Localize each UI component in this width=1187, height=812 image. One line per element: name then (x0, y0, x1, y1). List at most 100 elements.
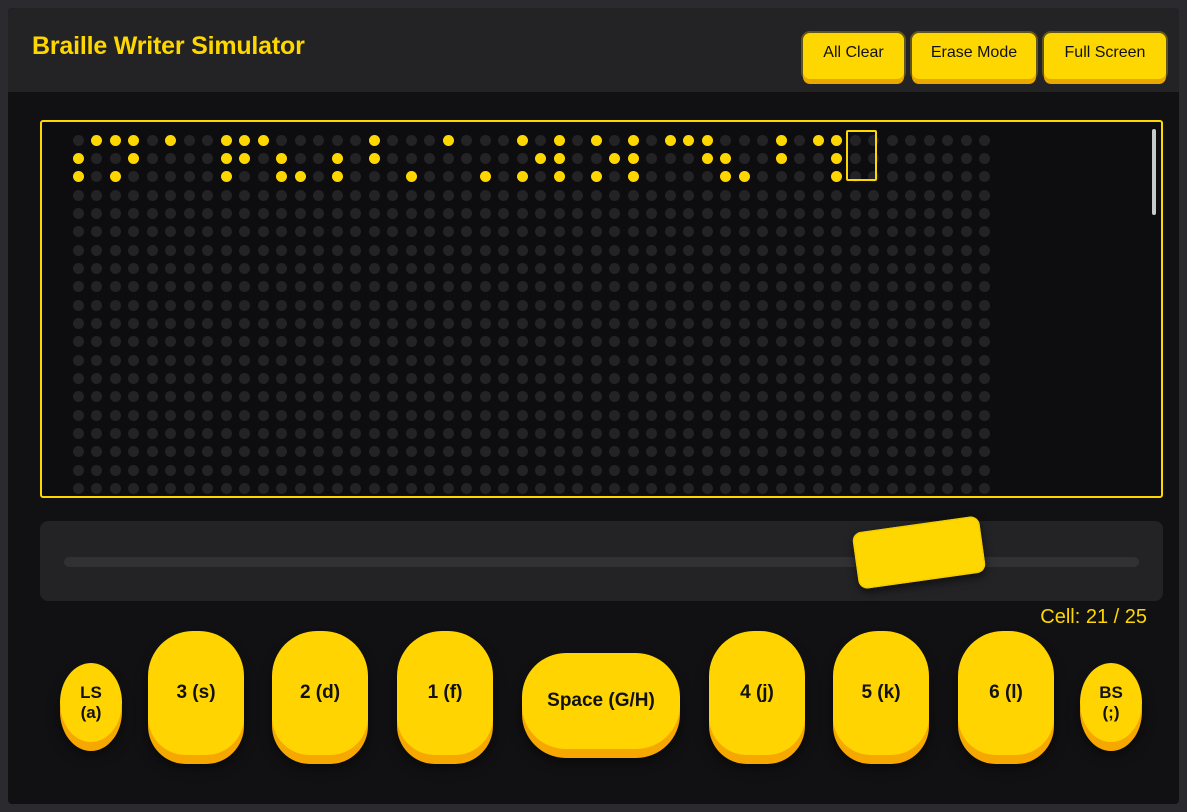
braille-cell[interactable] (325, 293, 362, 348)
braille-cell[interactable] (843, 348, 880, 403)
braille-cell[interactable] (658, 403, 695, 458)
braille-cell[interactable] (510, 183, 547, 238)
braille-cell[interactable] (66, 348, 103, 403)
braille-cell[interactable] (66, 128, 103, 183)
braille-cell[interactable] (140, 403, 177, 458)
braille-cell[interactable] (621, 293, 658, 348)
braille-cell[interactable] (806, 183, 843, 238)
braille-cell[interactable] (880, 183, 917, 238)
braille-cell[interactable] (732, 403, 769, 458)
braille-cell[interactable] (436, 458, 473, 496)
braille-cell[interactable] (843, 293, 880, 348)
braille-cell[interactable] (288, 348, 325, 403)
braille-cell[interactable] (843, 128, 880, 183)
braille-cell[interactable] (547, 238, 584, 293)
braille-cell[interactable] (473, 403, 510, 458)
braille-cell[interactable] (806, 293, 843, 348)
braille-cell[interactable] (177, 403, 214, 458)
braille-cell[interactable] (547, 293, 584, 348)
braille-cell[interactable] (214, 403, 251, 458)
braille-cell[interactable] (732, 458, 769, 496)
braille-cell[interactable] (510, 458, 547, 496)
braille-cell[interactable] (584, 128, 621, 183)
full-screen-button[interactable]: Full Screen (1044, 33, 1166, 79)
braille-cell[interactable] (880, 348, 917, 403)
braille-cell[interactable] (510, 293, 547, 348)
braille-cell[interactable] (103, 348, 140, 403)
braille-cell[interactable] (362, 128, 399, 183)
braille-cell[interactable] (917, 183, 954, 238)
braille-cell[interactable] (917, 293, 954, 348)
braille-cell[interactable] (954, 403, 991, 458)
braille-cell[interactable] (436, 348, 473, 403)
braille-cell[interactable] (251, 403, 288, 458)
braille-cell[interactable] (769, 183, 806, 238)
braille-cell[interactable] (288, 293, 325, 348)
braille-cell[interactable] (584, 238, 621, 293)
braille-cell[interactable] (103, 183, 140, 238)
braille-cell[interactable] (658, 183, 695, 238)
braille-cell[interactable] (695, 128, 732, 183)
braille-cell[interactable] (917, 348, 954, 403)
braille-cell[interactable] (140, 293, 177, 348)
braille-cell[interactable] (880, 403, 917, 458)
braille-cell[interactable] (251, 293, 288, 348)
braille-cell[interactable] (251, 458, 288, 496)
braille-cell[interactable] (473, 238, 510, 293)
braille-cell[interactable] (843, 403, 880, 458)
all-clear-button[interactable]: All Clear (803, 33, 904, 79)
braille-cell[interactable] (769, 403, 806, 458)
braille-cell[interactable] (954, 458, 991, 496)
braille-cell[interactable] (362, 348, 399, 403)
key-line-space[interactable]: LS (a) (60, 663, 122, 742)
braille-cell[interactable] (917, 238, 954, 293)
braille-cell[interactable] (103, 293, 140, 348)
key-backspace[interactable]: BS (;) (1080, 663, 1142, 742)
braille-cell[interactable] (177, 458, 214, 496)
braille-cell[interactable] (473, 458, 510, 496)
braille-cell[interactable] (695, 403, 732, 458)
braille-cell[interactable] (954, 293, 991, 348)
braille-cell[interactable] (362, 458, 399, 496)
braille-cell[interactable] (325, 458, 362, 496)
braille-cell[interactable] (732, 183, 769, 238)
braille-cell[interactable] (325, 238, 362, 293)
braille-cell[interactable] (769, 348, 806, 403)
braille-cell[interactable] (621, 348, 658, 403)
braille-cell[interactable] (547, 348, 584, 403)
braille-cell[interactable] (917, 403, 954, 458)
braille-cell[interactable] (140, 128, 177, 183)
braille-cell[interactable] (806, 128, 843, 183)
braille-cell[interactable] (584, 348, 621, 403)
key-space[interactable]: Space (G/H) (522, 653, 680, 749)
braille-cell[interactable] (954, 183, 991, 238)
braille-cell[interactable] (177, 183, 214, 238)
braille-cell[interactable] (66, 183, 103, 238)
braille-cell[interactable] (769, 128, 806, 183)
braille-cell[interactable] (288, 458, 325, 496)
braille-cell[interactable] (288, 128, 325, 183)
braille-cell[interactable] (510, 348, 547, 403)
braille-cell[interactable] (658, 293, 695, 348)
braille-cell[interactable] (177, 293, 214, 348)
braille-cell[interactable] (473, 293, 510, 348)
braille-cell[interactable] (769, 458, 806, 496)
braille-cell[interactable] (695, 238, 732, 293)
braille-cell[interactable] (621, 183, 658, 238)
braille-cell[interactable] (806, 403, 843, 458)
braille-cell[interactable] (399, 403, 436, 458)
braille-cell[interactable] (362, 293, 399, 348)
braille-cell[interactable] (399, 128, 436, 183)
braille-cell[interactable] (140, 238, 177, 293)
braille-cell[interactable] (621, 403, 658, 458)
braille-cell[interactable] (954, 128, 991, 183)
braille-cell[interactable] (547, 458, 584, 496)
braille-cell[interactable] (473, 183, 510, 238)
braille-cell[interactable] (769, 238, 806, 293)
braille-cell[interactable] (695, 293, 732, 348)
braille-cell[interactable] (806, 238, 843, 293)
braille-cell[interactable] (658, 458, 695, 496)
braille-cell[interactable] (954, 238, 991, 293)
braille-cell[interactable] (325, 128, 362, 183)
braille-cell[interactable] (362, 183, 399, 238)
